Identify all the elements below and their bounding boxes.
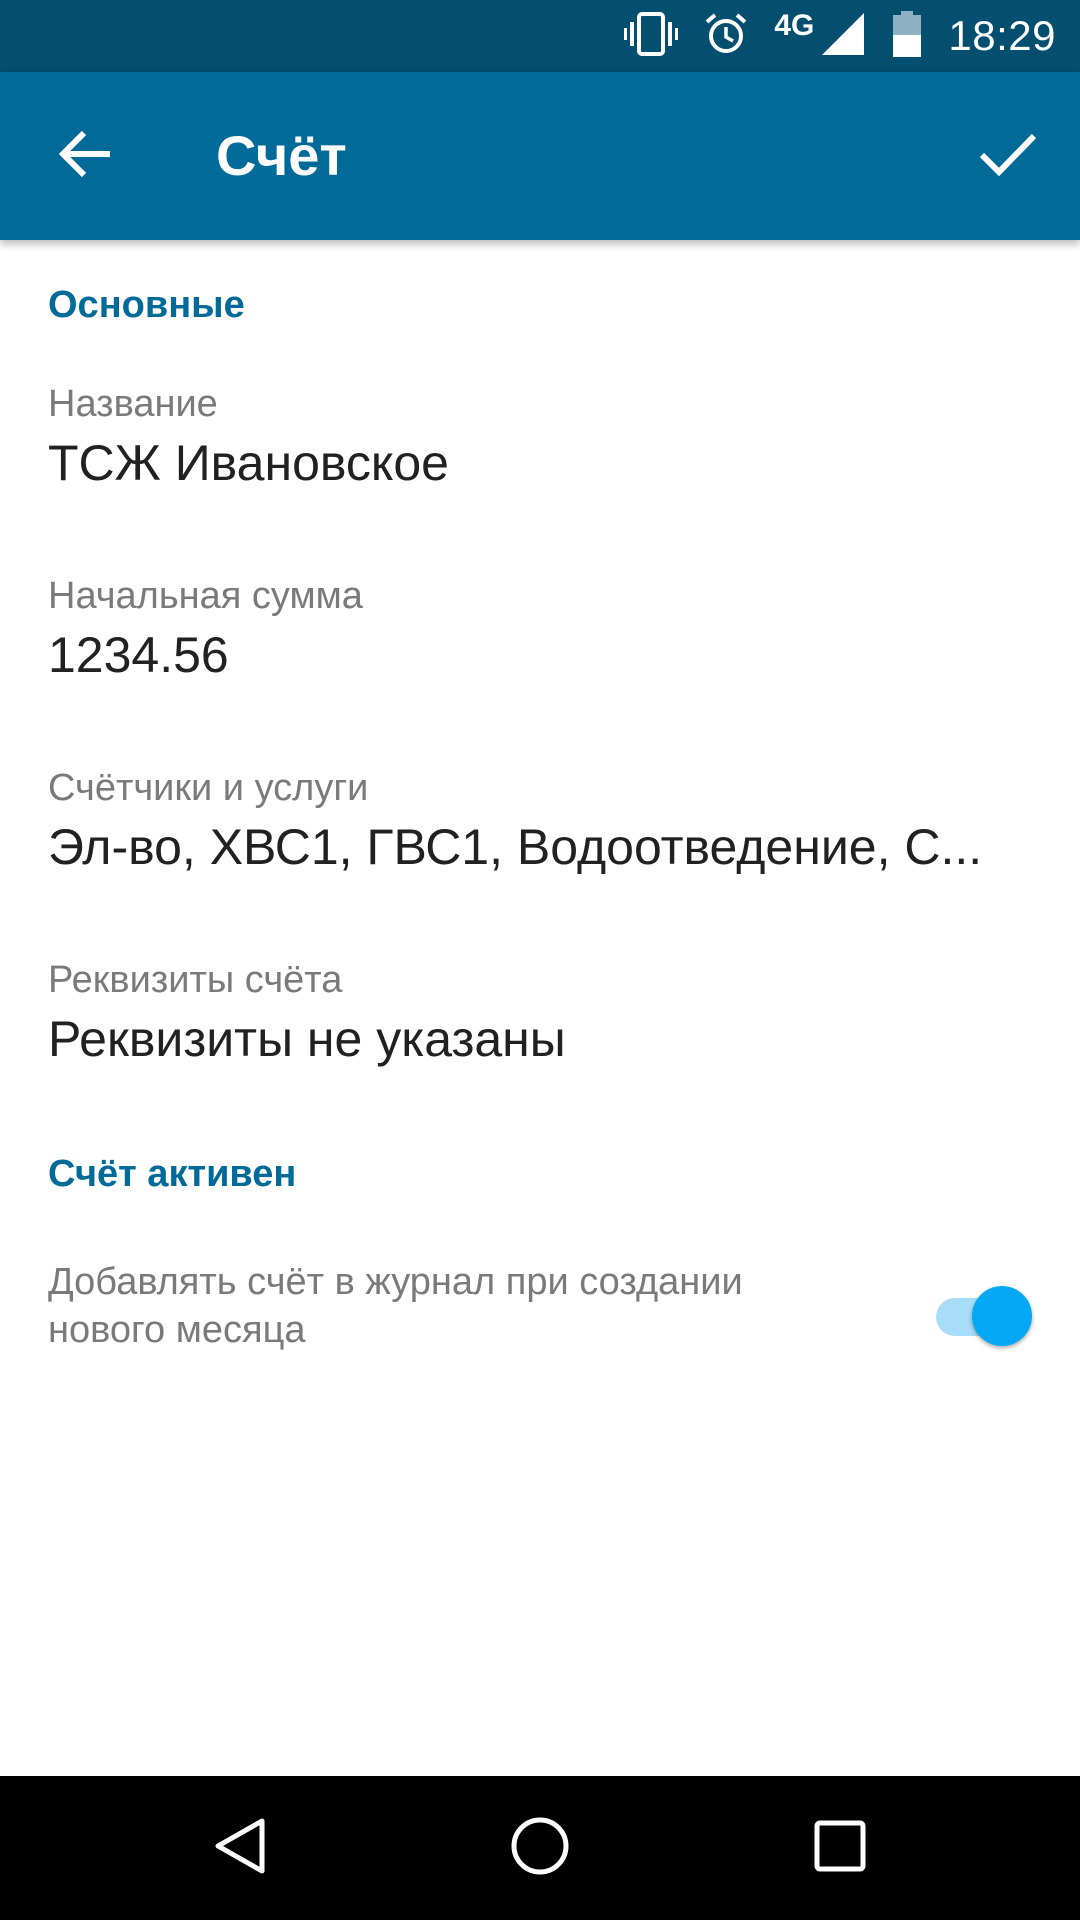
pref-requisites-value: Реквизиты не указаны	[48, 1011, 566, 1067]
pref-initial-sum-label: Начальная сумма	[48, 575, 363, 617]
status-time: 18:29	[948, 12, 1056, 59]
add-to-journal-label-line2: нового месяца	[48, 1309, 306, 1351]
screen: 4G 18:29 Счёт Основные Название ТСЖ Иван…	[0, 0, 1080, 1920]
back-triangle-icon	[212, 1816, 268, 1881]
signal-icon	[820, 11, 866, 62]
pref-name[interactable]: Название ТСЖ Ивановское	[48, 380, 1032, 494]
add-to-journal-switch[interactable]	[932, 1282, 1032, 1346]
section-header-active: Счёт активен	[48, 1153, 297, 1195]
status-icons: 4G 18:29	[624, 0, 1056, 72]
nav-home-button[interactable]	[460, 1776, 620, 1920]
save-button[interactable]	[964, 114, 1052, 198]
nav-recents-button[interactable]	[760, 1776, 920, 1920]
vibrate-icon	[624, 11, 679, 61]
pref-meters-value: Эл-во, ХВС1, ГВС1, Водоотведение, С...	[48, 819, 983, 875]
pref-initial-sum[interactable]: Начальная сумма 1234.56	[48, 572, 1032, 686]
nav-bar	[0, 1776, 1080, 1920]
pref-name-value: ТСЖ Ивановское	[48, 435, 449, 491]
pref-requisites-label: Реквизиты счёта	[48, 959, 343, 1001]
nav-back-button[interactable]	[160, 1776, 320, 1920]
section-header-main: Основные	[48, 284, 245, 326]
page-title: Счёт	[216, 124, 347, 187]
network-type: 4G	[774, 9, 815, 42]
pref-requisites[interactable]: Реквизиты счёта Реквизиты не указаны	[48, 956, 1032, 1070]
switch-thumb	[972, 1286, 1032, 1346]
home-circle-icon	[510, 1816, 570, 1881]
app-bar: Счёт	[0, 72, 1080, 240]
add-to-journal-label-line1: Добавлять счёт в журнал при создании	[48, 1261, 743, 1303]
arrow-back-icon	[58, 129, 114, 184]
pref-name-label: Название	[48, 383, 218, 425]
add-to-journal-label: Добавлять счёт в журнал при создании нов…	[48, 1258, 868, 1354]
alarm-icon	[704, 12, 748, 61]
status-bar: 4G 18:29	[0, 0, 1080, 72]
recents-square-icon	[814, 1820, 866, 1877]
back-button[interactable]	[44, 114, 128, 198]
pref-meters-label: Счётчики и услуги	[48, 767, 369, 809]
battery-icon	[892, 10, 922, 62]
check-icon	[978, 131, 1038, 182]
pref-meters[interactable]: Счётчики и услуги Эл-во, ХВС1, ГВС1, Вод…	[48, 764, 1032, 878]
add-to-journal-row[interactable]: Добавлять счёт в журнал при создании нов…	[48, 1258, 1032, 1358]
pref-initial-sum-value: 1234.56	[48, 627, 229, 683]
